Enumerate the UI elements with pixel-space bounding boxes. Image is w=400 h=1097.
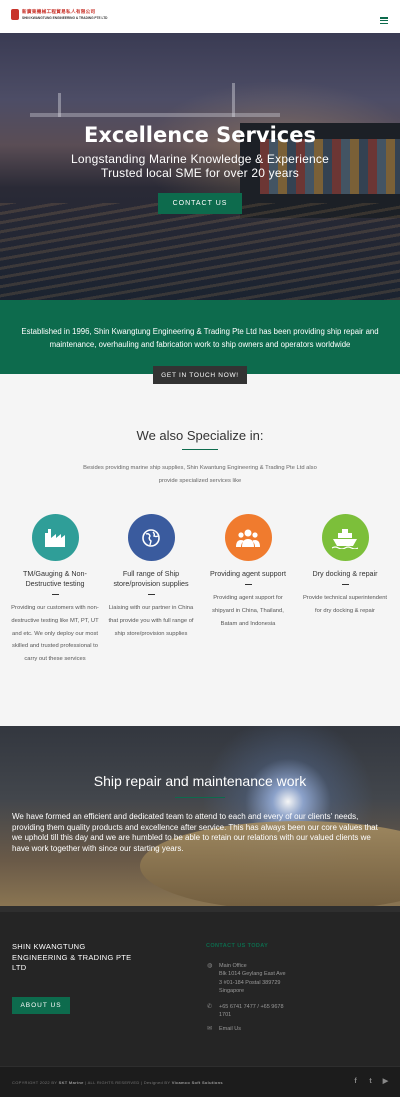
ship-repair-section: Ship repair and maintenance work We have… <box>0 726 400 906</box>
site-footer: SHIN KWANGTUNG ENGINEERING & TRADING PTE… <box>0 906 400 1066</box>
ship-icon <box>321 514 369 561</box>
repair-description: We have formed an efficient and dedicate… <box>12 812 378 853</box>
footer-company-name: SHIN KWANGTUNG ENGINEERING & TRADING PTE… <box>12 942 132 972</box>
contact-address: ◍ Main Office Blk 1014 Geylang East Ave … <box>207 962 286 995</box>
globe-icon: ◍ <box>207 963 213 969</box>
company-logo[interactable]: 新廣東機械工程貿易私人有限公司 SHIN KWANGTUNG ENGINEERI… <box>11 9 107 20</box>
get-in-touch-button[interactable]: GET IN TOUCH NOW! <box>153 366 247 384</box>
bridge-tower <box>232 83 235 117</box>
social-links: f t ▶ <box>352 1078 389 1086</box>
brand-link[interactable]: SKT Marine <box>59 1080 84 1085</box>
service-card: Providing agent support Providing agent … <box>201 514 295 630</box>
envelope-icon: ✉ <box>207 1026 213 1032</box>
service-card: TM/Gauging & Non-Destructive testing Pro… <box>8 514 102 666</box>
service-card: Full range of Ship store/provision suppl… <box>104 514 198 640</box>
hero-subtitle-1: Longstanding Marine Knowledge & Experien… <box>71 152 329 166</box>
hero-subtitle-2: Trusted local SME for over 20 years <box>101 166 299 180</box>
service-description: Providing agent support for shipyard in … <box>212 595 284 627</box>
logo-english-name: SHIN KWANGTUNG ENGINEERING & TRADING PTE… <box>22 16 108 20</box>
service-description: Provide technical superintendent for dry… <box>302 595 388 614</box>
logo-seal-icon <box>11 9 19 20</box>
section-title: Ship repair and maintenance work <box>93 773 307 789</box>
address-line: Blk 1014 Geylang East Ave <box>219 971 286 978</box>
phone-icon: ✆ <box>207 1004 213 1010</box>
service-card: Dry docking & repair Provide technical s… <box>298 514 392 618</box>
specialize-section: We also Specialize in: Besides providing… <box>0 374 400 726</box>
hamburger-menu-icon[interactable] <box>380 17 388 24</box>
service-title: Full range of Ship store/provision suppl… <box>113 569 189 588</box>
contact-us-button[interactable]: CONTACT US <box>158 193 242 214</box>
youtube-icon[interactable]: ▶ <box>382 1078 389 1086</box>
service-title: TM/Gauging & Non-Destructive testing <box>23 569 87 588</box>
intro-band: Established in 1996, Shin Kwangtung Engi… <box>0 300 400 374</box>
contact-email[interactable]: ✉ Email Us <box>207 1025 241 1033</box>
facebook-icon[interactable]: f <box>352 1078 359 1086</box>
title-divider <box>182 449 218 450</box>
bridge-tower <box>58 93 61 117</box>
contact-phone[interactable]: ✆ +65 6741 7477 / +65 9678 1701 <box>207 1003 284 1020</box>
factory-icon <box>31 514 79 561</box>
globe-icon <box>127 514 175 561</box>
twitter-icon[interactable]: t <box>367 1078 374 1086</box>
email-link[interactable]: Email Us <box>219 1025 241 1033</box>
hero-title: Excellence Services <box>84 123 316 147</box>
address-line: Singapore <box>219 987 245 994</box>
hero-banner: Excellence Services Longstanding Marine … <box>0 33 400 300</box>
logo-chinese-name: 新廣東機械工程貿易私人有限公司 <box>22 10 96 15</box>
service-description: Providing our customers with non-destruc… <box>11 605 99 663</box>
office-label: Main Office <box>219 963 247 969</box>
about-us-button[interactable]: ABOUT US <box>12 997 70 1014</box>
service-description: Liaising with our partner in China that … <box>108 605 194 637</box>
contact-heading: CONTACT US TODAY <box>206 943 269 949</box>
intro-text: Established in 1996, Shin Kwangtung Engi… <box>21 327 379 349</box>
footer-bottom-bar: COPYRIGHT 2022 BY SKT Marine | ALL RIGHT… <box>0 1066 400 1097</box>
site-header: 新廣東機械工程貿易私人有限公司 SHIN KWANGTUNG ENGINEERI… <box>0 0 400 33</box>
section-intro: Besides providing marine ship supplies, … <box>83 465 317 484</box>
phone-number: +65 6741 7477 / +65 9678 <box>219 1004 284 1010</box>
bridge-decoration <box>30 113 280 117</box>
service-title: Dry docking & repair <box>312 569 378 578</box>
users-group-icon <box>224 514 272 561</box>
address-line: 3 #01-184 Postal 389729 <box>219 979 281 986</box>
harbour-water <box>0 203 400 300</box>
section-title: We also Specialize in: <box>136 428 264 443</box>
designer-link[interactable]: Vicamco Soft Solutions <box>172 1080 223 1085</box>
phone-number: 1701 <box>219 1012 232 1019</box>
copyright-text: COPYRIGHT 2022 BY SKT Marine | ALL RIGHT… <box>12 1080 223 1085</box>
title-divider <box>175 797 225 798</box>
service-title: Providing agent support <box>210 569 286 578</box>
